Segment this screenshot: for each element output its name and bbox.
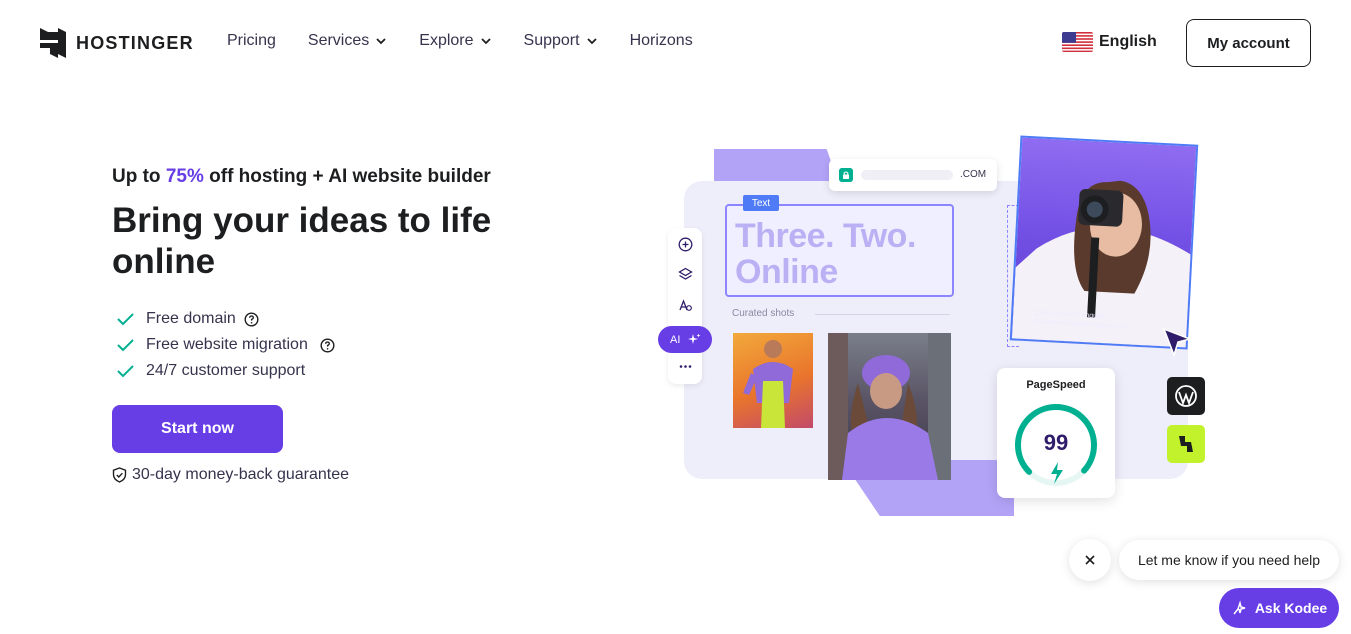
sample-heading-text: Three. Two. Online xyxy=(735,217,916,291)
pagespeed-card: PageSpeed 99 xyxy=(997,368,1115,498)
menu-item-horizons[interactable]: Horizons xyxy=(630,32,693,50)
help-circle-icon[interactable] xyxy=(320,337,335,353)
top-navigation: HOSTINGER Pricing Services Explore Suppo… xyxy=(0,0,1351,86)
brand-name: HOSTINGER xyxy=(76,32,194,53)
lock-icon xyxy=(839,168,853,182)
feature-label: 24/7 customer support xyxy=(146,362,306,379)
pagespeed-title: PageSpeed xyxy=(1026,379,1086,391)
divider xyxy=(815,314,950,315)
promo-suffix: off hosting + AI website builder xyxy=(203,166,491,187)
menu-item-label: Horizons xyxy=(629,32,693,49)
more-horizontal-icon xyxy=(679,365,692,368)
chevron-down-icon xyxy=(480,38,491,45)
hostinger-builder-badge xyxy=(1167,425,1205,463)
feature-label: Free website migration xyxy=(146,336,308,353)
fashion-photo-2 xyxy=(828,333,951,480)
promo-line: Up to 75% off hosting + AI website build… xyxy=(112,166,491,188)
guarantee-label: 30-day money-back guarantee xyxy=(132,466,350,483)
chevron-down-icon xyxy=(376,38,386,45)
feature-item: Free domain xyxy=(116,306,335,332)
check-icon xyxy=(117,339,134,352)
builder-logo-icon xyxy=(1179,436,1193,452)
ai-label: AI xyxy=(670,333,681,346)
mouse-cursor-icon xyxy=(1162,327,1192,357)
menu-item-support[interactable]: Support xyxy=(524,32,598,50)
feature-item: 24/7 customer support xyxy=(116,358,335,384)
promo-prefix: Up to xyxy=(112,166,166,187)
person-figure-image xyxy=(828,333,951,480)
promo-discount: 75% xyxy=(165,166,204,187)
url-suffix: .COM xyxy=(960,169,987,180)
person-figure-image xyxy=(743,340,793,428)
feature-item: Free website migration xyxy=(116,332,335,358)
menu-item-label: Explore xyxy=(419,32,474,49)
menu-item-label: Support xyxy=(523,32,580,49)
main-menu: Pricing Services Explore Support Horizon… xyxy=(227,32,693,50)
wordpress-badge xyxy=(1167,377,1205,415)
my-account-button[interactable]: My account xyxy=(1186,19,1311,67)
menu-item-explore[interactable]: Explore xyxy=(419,32,491,50)
close-icon xyxy=(1085,555,1095,565)
hostinger-logo-icon xyxy=(40,28,66,58)
hero-illustration: .COM AI Text Three. Two. Online Curated … xyxy=(657,135,1217,520)
layers-icon xyxy=(678,267,693,280)
curated-shots-label: Curated shots xyxy=(732,308,795,319)
builder-toolbar xyxy=(668,228,702,384)
menu-item-label: Pricing xyxy=(227,32,276,49)
money-back-guarantee: 30-day money-back guarantee xyxy=(112,466,349,484)
pagespeed-score: 99 xyxy=(1043,430,1069,455)
language-label: English xyxy=(1099,33,1157,50)
ai-tool-pill: AI xyxy=(658,326,712,353)
chevron-down-icon xyxy=(586,38,597,45)
check-icon xyxy=(117,365,134,378)
browser-url-bar: .COM xyxy=(829,159,997,191)
start-now-button[interactable]: Start now xyxy=(112,405,283,453)
wordpress-icon xyxy=(1175,385,1197,407)
chat-close-button[interactable] xyxy=(1069,539,1111,581)
url-placeholder xyxy=(861,170,953,180)
menu-item-pricing[interactable]: Pricing xyxy=(227,32,276,50)
feature-list: Free domain Free website migration 24/7 … xyxy=(116,306,335,384)
feature-label: Free domain xyxy=(146,310,236,327)
hostinger-logo[interactable]: HOSTINGER xyxy=(40,28,194,58)
font-style-icon xyxy=(679,299,692,311)
us-flag-icon xyxy=(1062,32,1093,52)
ask-kodee-button[interactable]: Ask Kodee xyxy=(1219,588,1339,628)
fashion-photo-1 xyxy=(733,333,813,428)
language-selector[interactable]: English xyxy=(1062,32,1157,52)
check-icon xyxy=(117,313,134,326)
menu-item-services[interactable]: Services xyxy=(308,32,387,50)
shield-check-icon xyxy=(112,467,127,483)
sparkle-icon xyxy=(688,333,701,344)
ask-kodee-label: Ask Kodee xyxy=(1254,600,1328,616)
menu-item-label: Services xyxy=(307,32,370,49)
kodee-sparkle-icon xyxy=(1233,600,1245,615)
add-circle-icon xyxy=(678,237,693,252)
chat-message-bubble[interactable]: Let me know if you need help xyxy=(1119,540,1339,580)
text-element-tag: Text xyxy=(743,195,779,211)
help-circle-icon[interactable] xyxy=(244,311,259,327)
client-photo-frame: Client: Anna Franquez Founder of annafra… xyxy=(1009,135,1199,350)
hero-headline: Bring your ideas to life online xyxy=(112,201,492,281)
